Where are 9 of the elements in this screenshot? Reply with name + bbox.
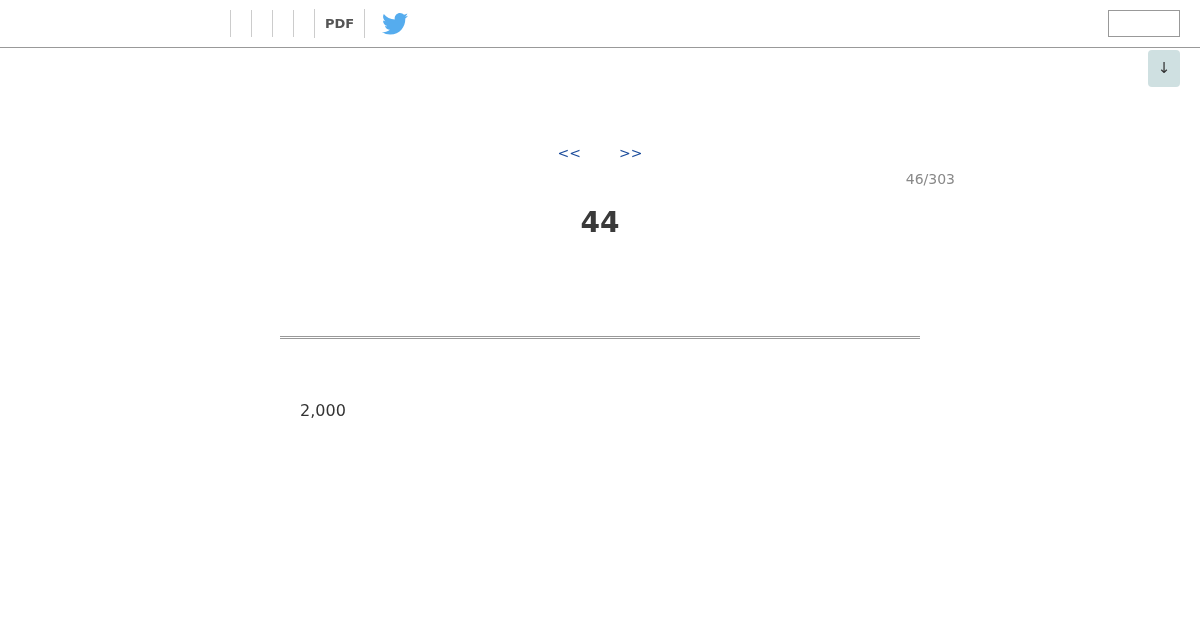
page-counter: 46/303 [905,170,955,188]
previous-link[interactable]: << [557,144,581,162]
pdf-link[interactable]: PDF [314,9,366,38]
bird-icon[interactable] [382,12,409,35]
body-text: 2,000 [300,401,346,420]
next-link[interactable]: >> [619,144,643,162]
search-field[interactable] [1108,10,1180,37]
scroll-down-button[interactable]: ↓ [1148,50,1180,87]
page-heading: 44 [580,206,620,240]
